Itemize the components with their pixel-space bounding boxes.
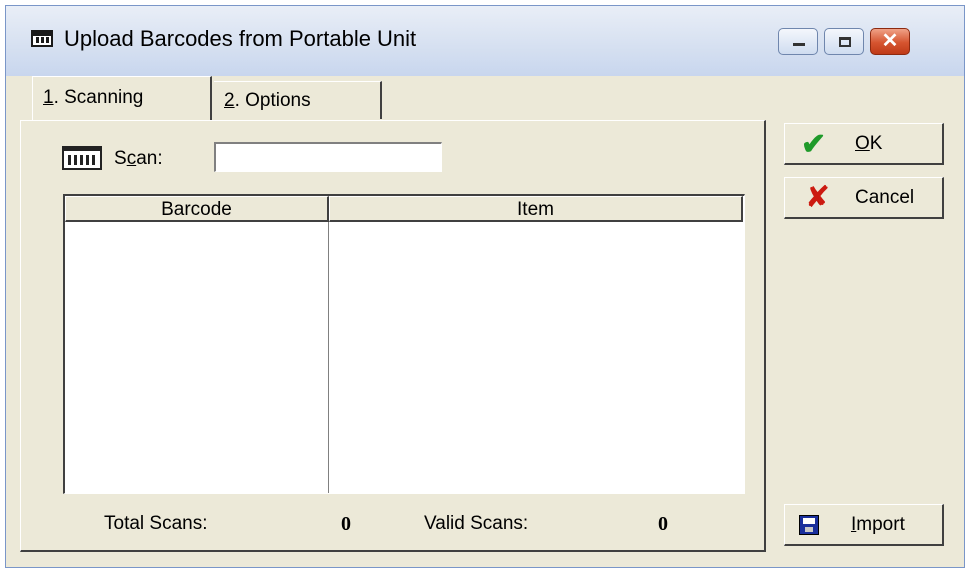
- total-scans-value: 0: [341, 513, 351, 535]
- close-button[interactable]: ✕: [870, 28, 910, 55]
- check-icon: ✔: [801, 128, 827, 161]
- import-button[interactable]: Import: [784, 504, 944, 546]
- barcode-scanner-icon: [62, 146, 102, 170]
- tab-options[interactable]: 2. Options: [214, 81, 382, 119]
- scans-table[interactable]: Barcode Item: [63, 194, 745, 494]
- column-header-item[interactable]: Item: [329, 196, 743, 222]
- tab-options-accel: 2: [224, 90, 235, 111]
- cancel-button-label: Cancel: [855, 187, 915, 208]
- total-scans-label: Total Scans:: [104, 513, 208, 534]
- dialog-window: Upload Barcodes from Portable Unit ✕ 1. …: [5, 5, 965, 568]
- window-title: Upload Barcodes from Portable Unit: [64, 26, 417, 51]
- close-icon: ✕: [881, 30, 899, 52]
- import-button-label: Import: [851, 514, 905, 535]
- dialog-body: 1. Scanning 2. Options Scan: Barcode Ite…: [6, 76, 964, 567]
- maximize-icon: [839, 37, 851, 47]
- floppy-disk-icon: [799, 515, 819, 535]
- tab-scanning-accel: 1: [43, 87, 54, 108]
- scan-label: Scan:: [114, 148, 163, 169]
- title-bar[interactable]: Upload Barcodes from Portable Unit ✕: [6, 6, 964, 76]
- column-header-barcode[interactable]: Barcode: [65, 196, 329, 222]
- tab-scanning[interactable]: 1. Scanning: [32, 76, 212, 120]
- maximize-button[interactable]: [824, 28, 864, 55]
- tab-options-label: . Options: [234, 90, 311, 111]
- valid-scans-label: Valid Scans:: [424, 513, 529, 534]
- column-divider: [328, 222, 329, 493]
- tab-scanning-label: . Scanning: [53, 87, 144, 108]
- minimize-icon: [793, 43, 805, 46]
- valid-scans-value: 0: [658, 513, 668, 535]
- scan-input[interactable]: [214, 142, 442, 172]
- x-icon: ✘: [805, 180, 831, 215]
- cancel-button[interactable]: ✘ Cancel: [784, 177, 944, 219]
- app-window-icon: [31, 30, 53, 47]
- minimize-button[interactable]: [778, 28, 818, 55]
- ok-button[interactable]: ✔ OK: [784, 123, 944, 165]
- ok-button-label: OK: [855, 133, 883, 154]
